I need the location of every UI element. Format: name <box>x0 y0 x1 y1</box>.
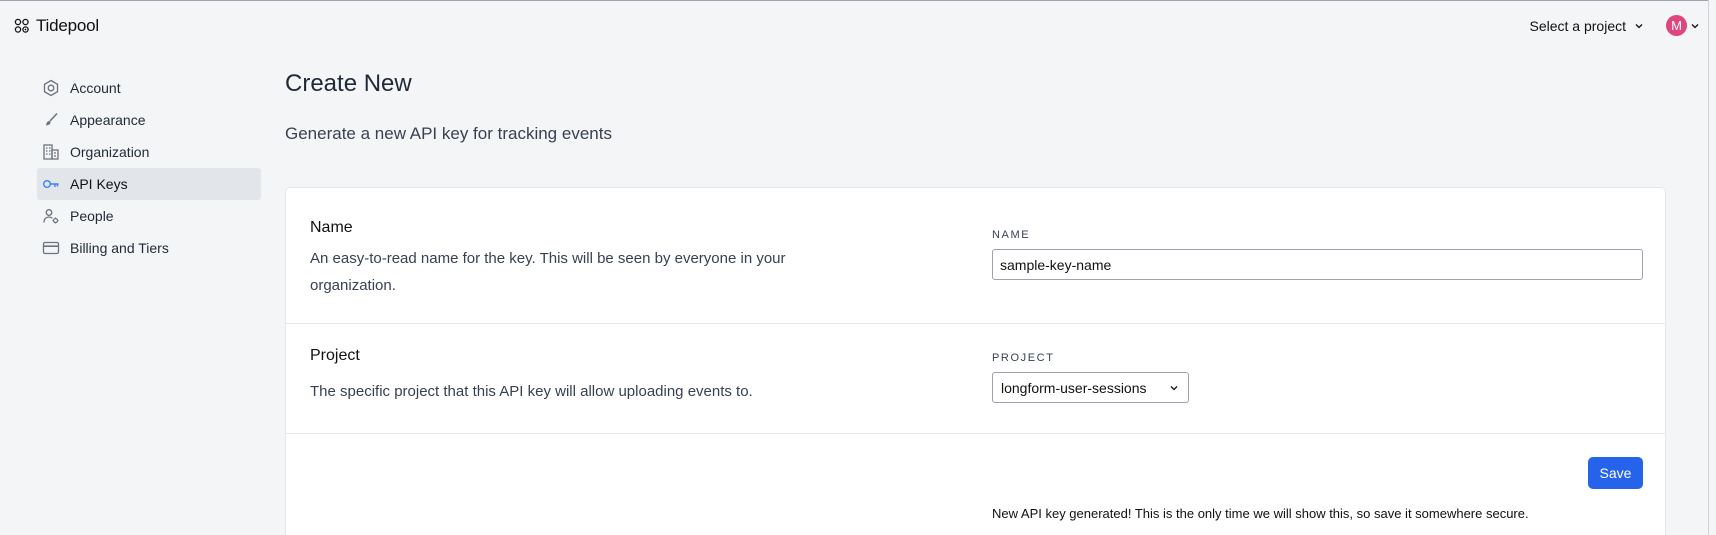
project-selector[interactable]: Select a project <box>1530 18 1645 34</box>
tidepool-logo-icon <box>14 18 29 33</box>
save-button[interactable]: Save <box>1588 457 1643 489</box>
project-select-value: longform-user-sessions <box>1001 379 1147 396</box>
brand-name: Tidepool <box>36 15 99 35</box>
top-bar: Tidepool Select a project M <box>0 0 1708 50</box>
project-selector-label: Select a project <box>1529 17 1627 34</box>
name-section-title: Name <box>310 219 353 236</box>
sidebar-item-label: Billing and Tiers <box>70 240 169 256</box>
name-section: Name An easy-to-read name for the key. T… <box>286 188 1665 324</box>
sidebar-item-appearance[interactable]: Appearance <box>37 104 261 136</box>
project-field-label: PROJECT <box>992 352 1055 364</box>
sidebar-item-label: People <box>70 208 114 224</box>
key-icon <box>43 179 59 188</box>
settings-sidebar: Account Appearance Organization API Keys <box>37 72 261 264</box>
create-key-form: Name An easy-to-read name for the key. T… <box>285 187 1666 535</box>
chevron-down-icon <box>1170 385 1178 390</box>
chevron-down-icon <box>1635 23 1643 28</box>
building-icon <box>43 144 59 160</box>
sidebar-item-api-keys[interactable]: API Keys <box>37 168 261 200</box>
sidebar-item-account[interactable]: Account <box>37 72 261 104</box>
brand[interactable]: Tidepool <box>14 16 99 36</box>
project-section-title: Project <box>310 347 360 364</box>
credit-card-icon <box>42 241 60 255</box>
topbar-right: Select a project M <box>1530 15 1701 36</box>
sidebar-item-people[interactable]: People <box>37 200 261 232</box>
sidebar-item-label: Organization <box>70 144 150 160</box>
scrollbar[interactable] <box>1708 0 1716 535</box>
page-subtitle: Generate a new API key for tracking even… <box>285 124 612 143</box>
sidebar-item-billing[interactable]: Billing and Tiers <box>37 232 261 264</box>
project-section-description: The specific project that this API key w… <box>310 383 753 400</box>
sidebar-item-label: API Keys <box>70 176 128 192</box>
page-title: Create New <box>285 70 412 97</box>
name-section-description: An easy-to-read name for the key. This w… <box>310 250 786 294</box>
app-root: Tidepool Select a project M Account Appe… <box>0 0 1716 535</box>
chevron-down-icon <box>1691 23 1699 28</box>
name-field-label: NAME <box>992 229 1031 241</box>
user-menu[interactable]: M <box>1666 15 1700 36</box>
sidebar-item-organization[interactable]: Organization <box>37 136 261 168</box>
account-icon <box>43 79 59 97</box>
sidebar-item-label: Appearance <box>70 112 146 128</box>
brush-icon <box>46 112 58 126</box>
project-section: Project The specific project that this A… <box>286 324 1665 434</box>
generated-key-notice: New API key generated! This is the only … <box>992 506 1529 521</box>
project-select[interactable]: longform-user-sessions <box>992 372 1189 403</box>
people-icon <box>43 209 59 224</box>
main-header: Create New Generate a new API key for tr… <box>285 70 1666 144</box>
key-name-input[interactable] <box>992 249 1643 280</box>
sidebar-item-label: Account <box>70 80 121 96</box>
avatar: M <box>1666 15 1687 36</box>
